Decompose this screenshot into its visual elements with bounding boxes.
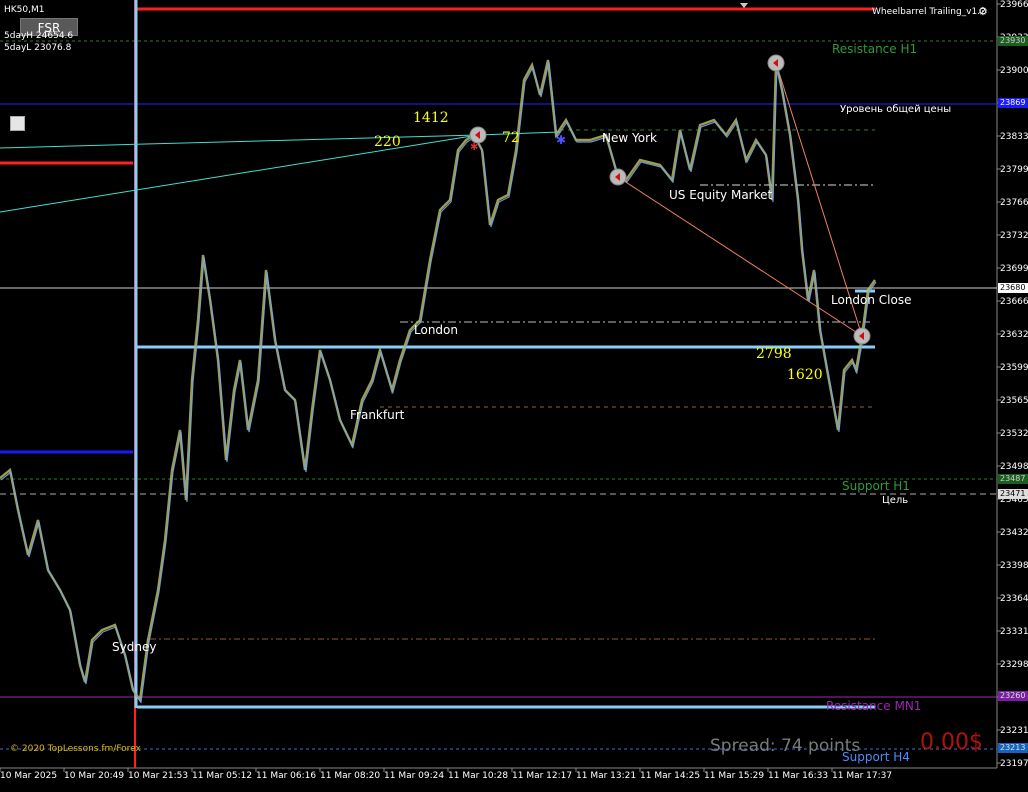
london-close-label: London Close (831, 293, 912, 307)
price-path-up (0, 59, 876, 704)
time-tick-label: 11 Mar 13:21 (576, 771, 637, 781)
support-h1-label: Support H1 (842, 479, 910, 493)
distance-number: 1620 (787, 367, 823, 383)
price-tick-label: 23498 (1000, 462, 1028, 472)
price-tick-label: 23799 (1000, 165, 1028, 175)
distance-number: 2798 (756, 346, 792, 362)
general-price-label: Уровень общей цены (840, 104, 952, 115)
scroll-marker (740, 3, 748, 8)
indicator-name: Wheelbarrel Trailing_v1.2 (872, 7, 986, 17)
time-tick-label: 10 Mar 20:49 (64, 771, 125, 781)
price-tag-target: 23471 (998, 489, 1028, 499)
time-tick-label: 11 Mar 10:28 (448, 771, 509, 781)
london-session-label: London (414, 323, 458, 337)
toggle-checkbox[interactable] (10, 116, 25, 131)
resistance-h1-label: Resistance H1 (832, 42, 918, 56)
five-day-high: 5dayH 24654.6 (4, 31, 74, 41)
time-tick-label: 11 Mar 15:29 (704, 771, 765, 781)
price-tick-label: 23699 (1000, 264, 1028, 274)
price-tick-label: 23432 (1000, 528, 1028, 538)
time-tick-label: 10 Mar 21:53 (128, 771, 189, 781)
distance-number: 1412 (413, 110, 449, 126)
price-chart[interactable]: ✱✱ (0, 0, 1028, 792)
cross-marker: ✱ (556, 133, 566, 147)
price-tag-general-price: 23869 (998, 98, 1028, 108)
spread-indicator: Spread: 74 points (710, 736, 861, 756)
copyright-text: © 2020 TopLessons.fm/Forex (10, 744, 141, 754)
price-tick-label: 23532 (1000, 429, 1028, 439)
price-tick-label: 23766 (1000, 198, 1028, 208)
time-tick-label: 11 Mar 16:33 (768, 771, 829, 781)
price-tag-resistance-mn1: 23260 (998, 691, 1028, 701)
price-tick-label: 23231 (1000, 726, 1028, 736)
price-tick-label: 23331 (1000, 627, 1028, 637)
price-tag-resistance-h1: 23930 (998, 36, 1028, 46)
price-tick-label: 23666 (1000, 297, 1028, 307)
frankfurt-session-label: Frankfurt (350, 408, 405, 422)
price-tick-label: 23398 (1000, 561, 1028, 571)
new-york-session-label: New York (602, 131, 657, 145)
price-tick-label: 23900 (1000, 66, 1028, 76)
five-day-low: 5dayL 23076.8 (4, 43, 72, 53)
price-tick-label: 23364 (1000, 594, 1028, 604)
price-tag-support-h1: 23487 (998, 474, 1028, 484)
resistance-mn1-label: Resistance MN1 (826, 699, 922, 713)
price-tag-support-h4: 23213 (998, 743, 1028, 753)
time-tick-label: 11 Mar 14:25 (640, 771, 701, 781)
settings-gear-icon[interactable]: ⚙ (978, 6, 988, 17)
price-tick-label: 23966 (1000, 0, 1028, 10)
time-tick-label: 11 Mar 17:37 (832, 771, 893, 781)
symbol-label: HK50,M1 (4, 5, 45, 15)
price-tick-label: 23599 (1000, 363, 1028, 373)
time-tick-label: 11 Mar 06:16 (256, 771, 317, 781)
sydney-session-label: Sydney (112, 640, 157, 654)
price-tick-label: 23197 (1000, 759, 1028, 769)
time-tick-label: 11 Mar 09:24 (384, 771, 445, 781)
price-tick-label: 23732 (1000, 231, 1028, 241)
distance-number: 72 (502, 130, 520, 146)
time-tick-label: 11 Mar 12:17 (512, 771, 573, 781)
price-tick-label: 23833 (1000, 132, 1028, 142)
price-tick-label: 23632 (1000, 330, 1028, 340)
distance-number: 220 (374, 134, 401, 150)
time-tick-label: 11 Mar 08:20 (320, 771, 381, 781)
price-tag-current: 23680 (998, 283, 1028, 293)
time-tick-label: 11 Mar 05:12 (192, 771, 253, 781)
cross-marker: ✱ (470, 142, 478, 153)
price-tick-label: 23565 (1000, 396, 1028, 406)
profit-indicator: 0.00$ (920, 730, 983, 755)
time-tick-label: 10 Mar 2025 (0, 771, 58, 781)
us-equity-session-label: US Equity Market (669, 188, 773, 202)
target-label: Цель (882, 495, 909, 506)
price-tick-label: 23298 (1000, 660, 1028, 670)
